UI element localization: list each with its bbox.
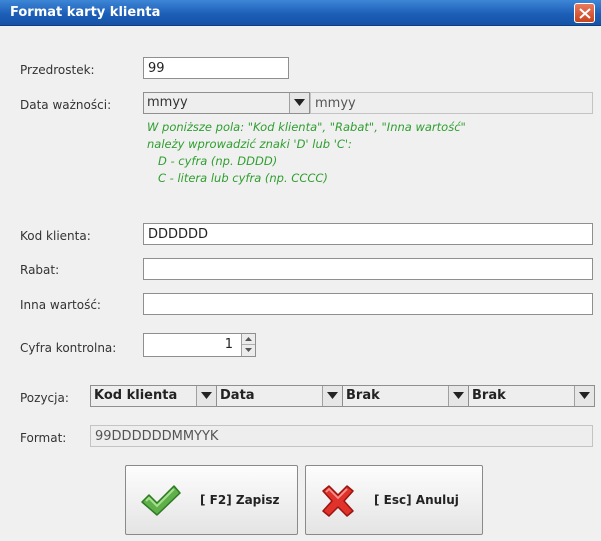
check-digit-label: Cyfra kontrolna: <box>20 341 117 355</box>
chevron-down-icon[interactable] <box>574 386 594 406</box>
arrow-up-icon <box>245 337 252 341</box>
info-line: D - cyfra (np. DDDD) <box>147 154 278 168</box>
chevron-down-icon[interactable] <box>196 386 216 406</box>
check-digit-spinner[interactable]: 1 <box>143 333 256 357</box>
save-button-label: [ F2] Zapisz <box>200 493 280 507</box>
client-code-input[interactable]: DDDDDD <box>143 223 593 245</box>
check-digit-value: 1 <box>224 337 233 352</box>
info-line: C - litera lub cyfra (np. CCCC) <box>147 171 328 185</box>
dialog-window: Format karty klienta Przedrostek: 99 Dat… <box>0 0 601 541</box>
prefix-label: Przedrostek: <box>20 63 95 77</box>
discount-label: Rabat: <box>20 263 60 277</box>
position-value: Brak <box>346 388 380 403</box>
position-dropdown-3[interactable]: Brak <box>342 385 469 407</box>
spinner-up-button[interactable] <box>242 334 255 345</box>
prefix-input[interactable]: 99 <box>143 57 289 79</box>
format-info-text: W poniższe pola: "Kod klienta", "Rabat",… <box>147 119 466 187</box>
position-dropdown-2[interactable]: Data <box>216 385 343 407</box>
chevron-down-icon[interactable] <box>322 386 342 406</box>
arrow-down-icon <box>245 348 252 352</box>
close-icon <box>579 8 591 19</box>
spinner-down-button[interactable] <box>242 345 255 356</box>
position-value: Data <box>220 388 255 403</box>
chevron-down-icon[interactable] <box>289 93 309 113</box>
expiry-label: Data ważności: <box>20 98 112 112</box>
format-display: 99DDDDDDMMYYK <box>90 425 593 447</box>
cancel-button[interactable]: [ Esc] Anuluj <box>305 465 483 535</box>
chevron-down-icon[interactable] <box>448 386 468 406</box>
cancel-button-label: [ Esc] Anuluj <box>374 493 459 507</box>
spinner-buttons <box>241 334 255 356</box>
position-label: Pozycja: <box>20 391 69 405</box>
title-bar: Format karty klienta <box>0 0 601 26</box>
save-button[interactable]: [ F2] Zapisz <box>125 465 298 535</box>
other-value-input[interactable] <box>143 293 593 315</box>
position-dropdown-1[interactable]: Kod klienta <box>90 385 217 407</box>
expiry-format-text: mmyy <box>310 92 593 114</box>
red-x-icon <box>322 485 354 517</box>
other-value-label: Inna wartość: <box>20 298 101 312</box>
close-button[interactable] <box>574 3 595 23</box>
position-value: Brak <box>472 388 506 403</box>
position-value: Kod klienta <box>94 388 178 403</box>
position-dropdown-4[interactable]: Brak <box>468 385 595 407</box>
format-label: Format: <box>20 431 67 445</box>
discount-input[interactable] <box>143 258 593 280</box>
expiry-format-value: mmyy <box>147 95 188 110</box>
client-code-label: Kod klienta: <box>20 229 91 243</box>
window-title: Format karty klienta <box>10 5 161 20</box>
expiry-format-dropdown[interactable]: mmyy <box>143 92 310 114</box>
info-line: W poniższe pola: "Kod klienta", "Rabat",… <box>147 120 466 134</box>
checkmark-icon <box>141 485 181 516</box>
info-line: należy wprowadzić znaki 'D' lub 'C': <box>147 137 352 151</box>
